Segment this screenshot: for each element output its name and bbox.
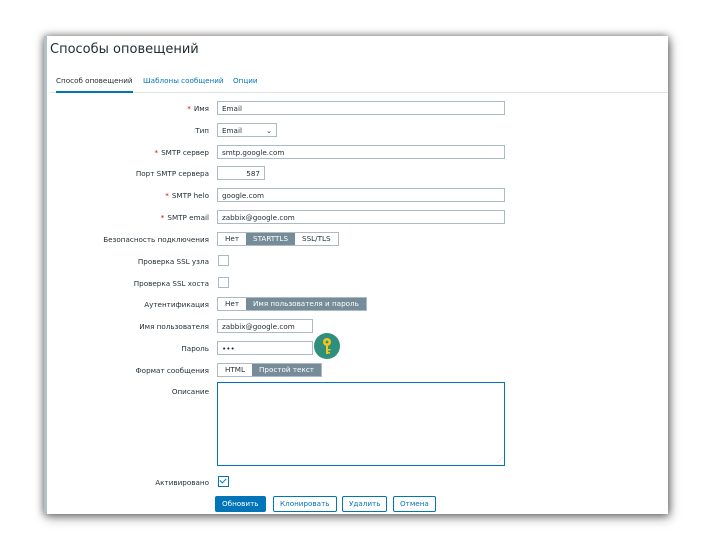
cancel-button[interactable]: Отмена — [393, 496, 436, 512]
security-label: Безопасность подключения — [103, 235, 209, 244]
tab-message-templates[interactable]: Шаблоны сообщений — [143, 76, 224, 91]
page-title: Способы оповещений — [50, 42, 199, 57]
security-starttls-option[interactable]: STARTTLS — [246, 233, 296, 245]
delete-button[interactable]: Удалить — [342, 496, 388, 512]
smtp-email-label: * SMTP email — [160, 213, 209, 222]
description-textarea[interactable]: ⋰ — [217, 382, 505, 466]
smtp-port-input[interactable]: 587 — [217, 166, 265, 180]
enabled-label: Активировано — [155, 478, 209, 487]
resize-handle-icon[interactable]: ⋰ — [497, 457, 503, 464]
security-none-option[interactable]: Нет — [218, 233, 247, 245]
username-label: Имя пользователя — [139, 322, 209, 331]
media-type-window: Способы оповещений Способ оповещений Шаб… — [44, 36, 668, 514]
tab-options[interactable]: Опции — [233, 76, 258, 91]
name-label: * Имя — [187, 104, 209, 113]
auth-label: Аутентификация — [144, 300, 209, 309]
ssl-verify-host-label: Проверка SSL хоста — [133, 279, 209, 288]
message-format-label: Формат сообщения — [135, 366, 209, 375]
auth-toggle[interactable]: Нет Имя пользователя и пароль — [217, 297, 367, 311]
key-icon — [314, 333, 340, 359]
format-plaintext-option[interactable]: Простой текст — [252, 364, 321, 376]
name-input[interactable]: Email — [217, 101, 505, 115]
ssl-verify-host-checkbox[interactable] — [218, 277, 229, 288]
clone-button[interactable]: Клонировать — [273, 496, 337, 512]
security-ssltls-option[interactable]: SSL/TLS — [295, 233, 338, 245]
format-html-option[interactable]: HTML — [218, 364, 253, 376]
tab-media-type[interactable]: Способ оповещений — [56, 76, 133, 93]
chevron-down-icon: ⌄ — [266, 127, 272, 135]
enabled-checkbox[interactable] — [218, 476, 229, 487]
smtp-server-input[interactable]: smtp.google.com — [217, 145, 505, 159]
auth-none-option[interactable]: Нет — [218, 298, 247, 310]
password-input[interactable]: ••• — [217, 341, 313, 355]
smtp-server-label: * SMTP сервер — [154, 148, 209, 157]
smtp-helo-input[interactable]: google.com — [217, 188, 505, 202]
smtp-helo-label: * SMTP helo — [165, 191, 209, 200]
smtp-email-input[interactable]: zabbix@google.com — [217, 210, 505, 224]
update-button[interactable]: Обновить — [215, 496, 266, 512]
ssl-verify-peer-label: Проверка SSL узла — [137, 257, 209, 266]
ssl-verify-peer-checkbox[interactable] — [218, 255, 229, 266]
security-toggle[interactable]: Нет STARTTLS SSL/TLS — [217, 232, 339, 246]
description-label: Описание — [171, 387, 209, 396]
type-select[interactable]: Email ⌄ — [217, 123, 277, 137]
smtp-port-label: Порт SMTP сервера — [135, 169, 209, 178]
auth-userpass-option[interactable]: Имя пользователя и пароль — [246, 298, 366, 310]
username-input[interactable]: zabbix@google.com — [217, 319, 313, 333]
tab-bar: Способ оповещений Шаблоны сообщений Опци… — [50, 70, 668, 93]
type-label: Тип — [195, 126, 209, 135]
message-format-toggle[interactable]: HTML Простой текст — [217, 363, 322, 377]
password-label: Пароль — [181, 344, 209, 353]
